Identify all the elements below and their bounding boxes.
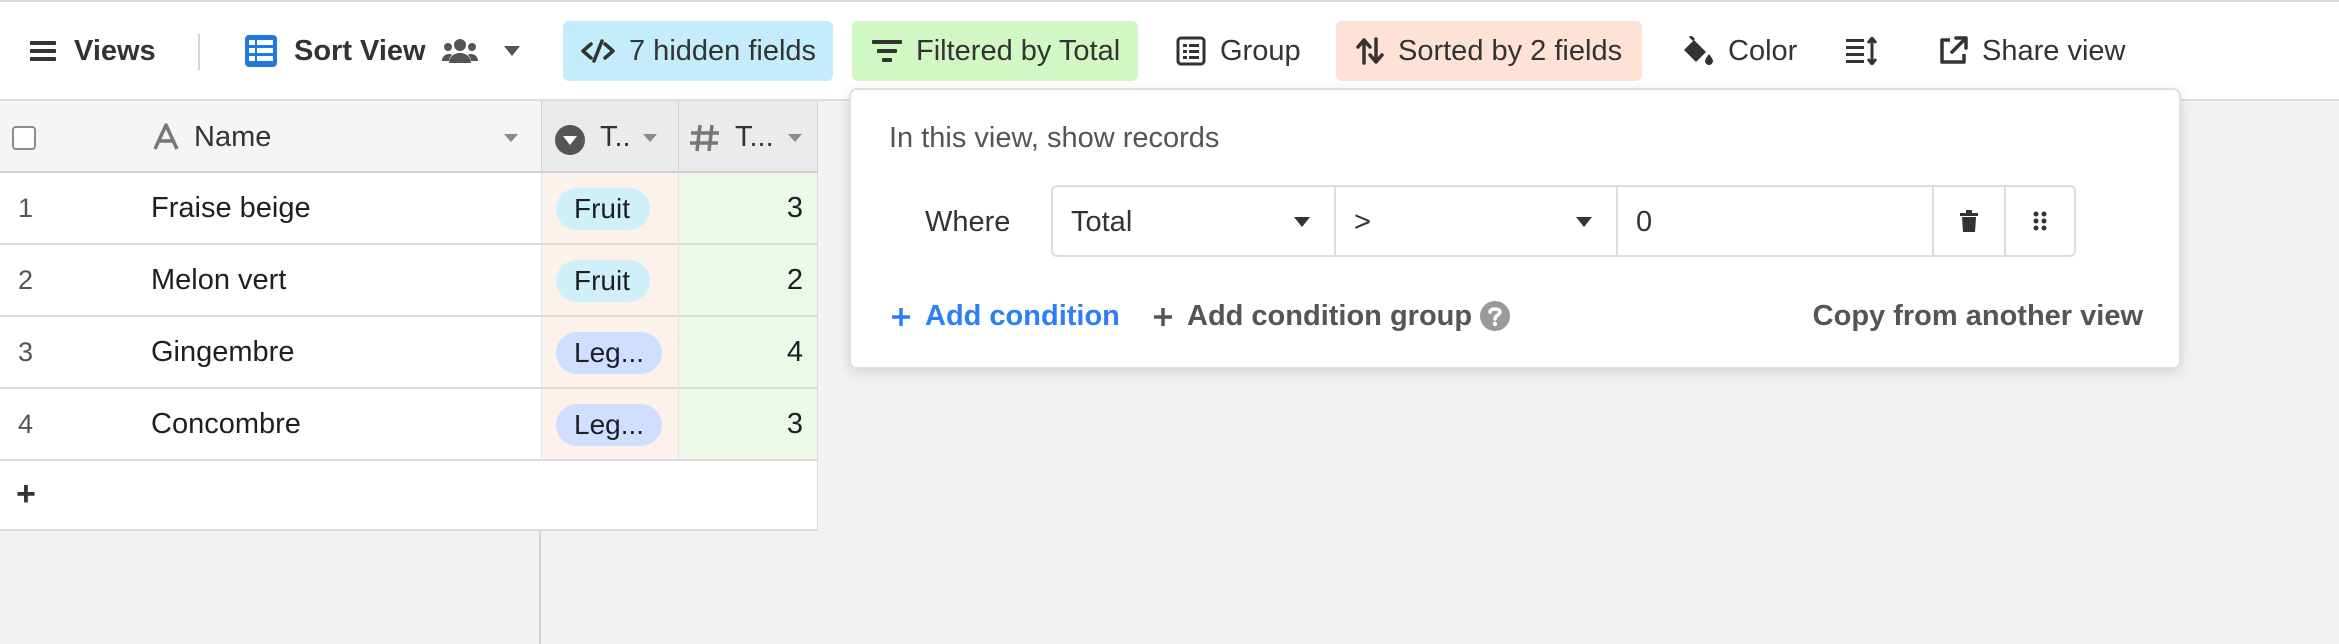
sort-arrows-icon: [1356, 37, 1384, 65]
row-name-cell[interactable]: Concombre: [151, 408, 301, 441]
group-icon: [1176, 36, 1206, 66]
table-row[interactable]: 1 Fraise beige: [0, 173, 541, 245]
views-menu-button[interactable]: Views: [30, 21, 156, 81]
condition-operator-select[interactable]: >: [1336, 187, 1618, 255]
share-view-button[interactable]: Share view: [1938, 21, 2125, 81]
row-type-cell[interactable]: Fruit: [541, 173, 678, 245]
row-height-button[interactable]: [1846, 21, 1878, 81]
color-label: Color: [1728, 34, 1798, 67]
view-name: Sort View: [294, 34, 426, 67]
chevron-down-icon: [1576, 217, 1592, 227]
share-external-icon: [1940, 36, 1968, 64]
row-total-cell[interactable]: 2: [678, 245, 818, 317]
row-type-cell[interactable]: Leg...: [541, 389, 678, 461]
add-condition-button[interactable]: Add condition: [891, 300, 1120, 333]
row-number: 4: [18, 409, 34, 439]
views-label: Views: [74, 34, 156, 67]
single-select-icon: [555, 125, 585, 155]
row-type-cell[interactable]: Leg...: [541, 317, 678, 389]
add-condition-group-button[interactable]: Add condition group: [1153, 300, 1472, 333]
hamburger-icon: [30, 41, 56, 61]
condition-field-value: Total: [1071, 206, 1133, 238]
chevron-down-icon: [503, 46, 520, 56]
condition-field-select[interactable]: Total: [1053, 187, 1336, 255]
group-label: Group: [1220, 34, 1301, 67]
select-all-checkbox[interactable]: [12, 126, 36, 150]
filter-condition: Total > 0: [1051, 185, 2076, 257]
row-name-cell[interactable]: Gingembre: [151, 336, 294, 369]
toolbar-divider: [198, 34, 200, 70]
drag-condition-handle[interactable]: [2006, 187, 2074, 255]
hidden-fields-label: 7 hidden fields: [629, 34, 817, 67]
chevron-down-icon: [1294, 217, 1310, 227]
filter-icon: [872, 40, 902, 62]
delete-condition-button[interactable]: [1934, 187, 2006, 255]
share-view-label: Share view: [1982, 34, 2126, 67]
type-pill: Leg...: [556, 404, 663, 446]
sort-label: Sorted by 2 fields: [1398, 34, 1623, 67]
grid-view-icon: [245, 35, 277, 67]
chevron-down-icon[interactable]: [788, 134, 802, 142]
add-record-row[interactable]: +: [0, 461, 541, 531]
condition-value-input[interactable]: 0: [1618, 187, 1934, 255]
chevron-down-icon[interactable]: [643, 134, 657, 142]
filter-popover: In this view, show records Where Total >…: [849, 88, 2181, 369]
add-condition-group-label: Add condition group: [1187, 300, 1473, 332]
copy-from-another-view-button[interactable]: Copy from another view: [1813, 300, 2143, 333]
type-pill: Leg...: [556, 332, 663, 374]
filter-button[interactable]: Filtered by Total: [852, 21, 1138, 81]
condition-operator-value: >: [1354, 206, 1371, 238]
header-total-column[interactable]: T...: [678, 101, 818, 173]
row-number: 2: [18, 265, 34, 295]
help-icon[interactable]: [1479, 300, 1511, 332]
sort-button[interactable]: Sorted by 2 fields: [1336, 21, 1642, 81]
row-total-cell[interactable]: 3: [678, 389, 818, 461]
total-value: 4: [786, 336, 803, 368]
view-switcher-button[interactable]: Sort View: [244, 21, 520, 81]
number-field-icon: [690, 124, 719, 152]
plus-icon: [892, 307, 910, 326]
condition-where-label: Where: [925, 206, 1011, 238]
collaborative-users-icon: [441, 39, 478, 63]
total-value: 3: [786, 192, 803, 224]
header-type-column[interactable]: T..: [541, 101, 678, 173]
row-total-cell[interactable]: 4: [678, 317, 818, 389]
row-number: 3: [18, 337, 34, 367]
plus-icon: [1154, 307, 1172, 326]
add-condition-label: Add condition: [925, 300, 1120, 332]
row-name-cell[interactable]: Fraise beige: [151, 192, 311, 225]
column-header-type: T..: [600, 121, 631, 153]
column-header-total: T...: [735, 121, 774, 153]
row-height-icon: [1846, 37, 1878, 65]
column-header-name: Name: [194, 121, 272, 153]
eye-slash-icon: [581, 39, 615, 63]
row-number: 1: [18, 193, 34, 223]
chevron-down-icon[interactable]: [504, 134, 518, 142]
group-button[interactable]: Group: [1176, 21, 1301, 81]
total-value: 3: [786, 408, 803, 440]
text-field-icon: [153, 123, 179, 150]
table-row[interactable]: 2 Melon vert: [0, 245, 541, 317]
type-pill: Fruit: [556, 188, 650, 230]
table-row[interactable]: 4 Concombre: [0, 389, 541, 461]
color-button[interactable]: Color: [1680, 21, 1797, 81]
trash-icon: [1960, 210, 1978, 232]
row-total-cell[interactable]: 3: [678, 173, 818, 245]
filter-popover-title: In this view, show records: [889, 122, 1220, 154]
paint-bucket-icon: [1684, 36, 1713, 65]
condition-value-text: 0: [1636, 206, 1653, 238]
filter-label: Filtered by Total: [916, 34, 1121, 67]
row-type-cell[interactable]: Fruit: [541, 245, 678, 317]
add-record-row-extension[interactable]: [541, 461, 818, 531]
table-row[interactable]: 3 Gingembre: [0, 317, 541, 389]
hidden-fields-button[interactable]: 7 hidden fields: [563, 21, 833, 81]
drag-handle-icon: [2033, 211, 2047, 231]
view-toolbar: Views Sort View 7 hidden fields Filtered…: [0, 2, 2339, 101]
type-pill: Fruit: [556, 260, 650, 302]
add-record-plus-icon[interactable]: +: [16, 475, 36, 514]
row-name-cell[interactable]: Melon vert: [151, 264, 286, 297]
total-value: 2: [786, 264, 803, 296]
header-name-column[interactable]: Name: [0, 101, 541, 173]
